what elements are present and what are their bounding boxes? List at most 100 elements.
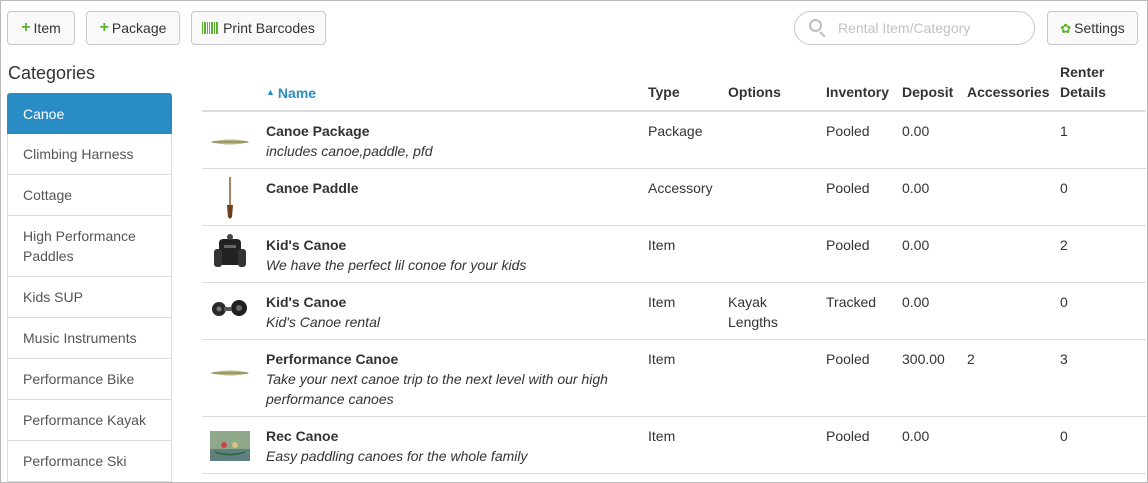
item-name-cell: Kid's Canoe Kid's Canoe rental bbox=[266, 292, 380, 332]
category-item-cottage[interactable]: Cottage bbox=[7, 175, 172, 216]
category-item-canoe[interactable]: Canoe bbox=[7, 93, 172, 134]
item-name-cell: Rec Canoe Easy paddling canoes for the w… bbox=[266, 426, 527, 466]
category-item-climbing-harness[interactable]: Climbing Harness bbox=[7, 134, 172, 175]
table-row[interactable]: Canoe Package includes canoe,paddle, pfd… bbox=[202, 112, 1146, 169]
print-barcodes-label: Print Barcodes bbox=[223, 20, 315, 36]
item-name-link[interactable]: Canoe Package bbox=[266, 121, 433, 141]
item-description: includes canoe,paddle, pfd bbox=[266, 143, 433, 159]
item-renter-details: 0 bbox=[1060, 294, 1068, 310]
item-description: Easy paddling canoes for the whole famil… bbox=[266, 448, 528, 464]
item-inventory: Pooled bbox=[826, 237, 870, 253]
category-label: Performance Bike bbox=[23, 371, 135, 387]
column-header-options: Options bbox=[728, 84, 781, 100]
category-label: Canoe bbox=[23, 105, 65, 122]
item-deposit: 0.00 bbox=[902, 123, 930, 139]
plus-icon: + bbox=[99, 19, 109, 36]
item-type: Package bbox=[648, 123, 703, 139]
sort-ascending-icon: ▲ bbox=[266, 87, 275, 97]
item-renter-details: 2 bbox=[1060, 237, 1068, 253]
item-renter-details: 0 bbox=[1060, 180, 1068, 196]
item-options: Kayak Lengths bbox=[728, 294, 778, 330]
category-label: Performance Kayak bbox=[23, 412, 146, 428]
category-list: Canoe Climbing Harness Cottage High Perf… bbox=[7, 93, 172, 482]
item-inventory: Pooled bbox=[826, 123, 870, 139]
item-name-link[interactable]: Kid's Canoe bbox=[266, 292, 380, 312]
item-renter-details: 0 bbox=[1060, 428, 1068, 444]
canoe-photo-thumbnail bbox=[210, 431, 250, 466]
item-inventory: Pooled bbox=[826, 180, 870, 196]
print-barcodes-button[interactable]: Print Barcodes bbox=[191, 11, 326, 45]
table-row[interactable]: Canoe Paddle Accessory Pooled 0.00 0 bbox=[202, 169, 1146, 226]
item-description: We have the perfect lil conoe for your k… bbox=[266, 257, 527, 273]
column-header-renter-details: Renter Details bbox=[1060, 64, 1106, 100]
categories-heading: Categories bbox=[8, 63, 96, 83]
search-icon bbox=[809, 19, 827, 38]
table-row[interactable]: Performance Canoe Take your next canoe t… bbox=[202, 340, 1146, 417]
item-inventory: Pooled bbox=[826, 428, 870, 444]
item-name-cell: Kid's Canoe We have the perfect lil cono… bbox=[266, 235, 526, 275]
barcode-icon bbox=[202, 22, 219, 34]
category-item-performance-bike[interactable]: Performance Bike bbox=[7, 359, 172, 400]
item-name-cell: Canoe Paddle bbox=[266, 178, 359, 198]
item-inventory: Tracked bbox=[826, 294, 877, 310]
category-label: Kids SUP bbox=[23, 289, 83, 305]
search-input[interactable] bbox=[836, 19, 1016, 37]
canoe-thumbnail bbox=[210, 132, 250, 152]
category-label: Climbing Harness bbox=[23, 146, 134, 162]
canoe-thumbnail bbox=[210, 363, 250, 383]
add-package-button[interactable]: + Package bbox=[86, 11, 180, 45]
category-label: Cottage bbox=[23, 187, 73, 203]
column-header-type: Type bbox=[648, 84, 680, 100]
column-header-inventory: Inventory bbox=[826, 84, 890, 100]
item-name-link[interactable]: Performance Canoe bbox=[266, 349, 626, 369]
settings-label: Settings bbox=[1074, 20, 1125, 36]
table-header: ▲ Name Type Options Inventory Deposit Acc… bbox=[202, 62, 1146, 112]
item-description: Take your next canoe trip to the next le… bbox=[266, 371, 608, 407]
item-name-cell: Performance Canoe Take your next canoe t… bbox=[266, 349, 626, 409]
item-description: Kid's Canoe rental bbox=[266, 314, 380, 330]
item-deposit: 0.00 bbox=[902, 237, 930, 253]
item-name-link[interactable]: Canoe Paddle bbox=[266, 178, 359, 198]
column-header-name[interactable]: ▲ Name bbox=[266, 82, 316, 103]
item-type: Item bbox=[648, 351, 676, 367]
add-item-label: Item bbox=[33, 20, 61, 36]
category-item-performance-ski[interactable]: Performance Ski bbox=[7, 441, 172, 482]
item-name-link[interactable]: Kid's Canoe bbox=[266, 235, 526, 255]
item-accessories: 2 bbox=[967, 351, 975, 367]
item-type: Item bbox=[648, 237, 676, 253]
table-row[interactable]: Rec Canoe Easy paddling canoes for the w… bbox=[202, 417, 1146, 474]
category-label: High Performance Paddles bbox=[23, 228, 136, 264]
category-item-music-instruments[interactable]: Music Instruments bbox=[7, 318, 172, 359]
item-renter-details: 3 bbox=[1060, 351, 1068, 367]
paddle-thumbnail bbox=[210, 177, 250, 224]
category-label: Performance Ski bbox=[23, 453, 127, 469]
item-deposit: 0.00 bbox=[902, 428, 930, 444]
item-name-link[interactable]: Rec Canoe bbox=[266, 426, 527, 446]
item-type: Item bbox=[648, 294, 676, 310]
item-renter-details: 1 bbox=[1060, 123, 1068, 139]
regulator-thumbnail bbox=[210, 295, 250, 328]
dive-vest-thumbnail bbox=[210, 233, 250, 278]
category-item-performance-kayak[interactable]: Performance Kayak bbox=[7, 400, 172, 441]
table-row[interactable]: Kid's Canoe We have the perfect lil cono… bbox=[202, 226, 1146, 283]
item-deposit: 300.00 bbox=[902, 351, 945, 367]
category-item-kids-sup[interactable]: Kids SUP bbox=[7, 277, 172, 318]
item-type: Item bbox=[648, 428, 676, 444]
search-box[interactable] bbox=[794, 11, 1035, 45]
item-type: Accessory bbox=[648, 180, 713, 196]
item-deposit: 0.00 bbox=[902, 294, 930, 310]
settings-button[interactable]: ✿ Settings bbox=[1047, 11, 1138, 45]
table-row[interactable]: Kid's Canoe Kid's Canoe rental Item Kaya… bbox=[202, 283, 1146, 340]
category-label: Music Instruments bbox=[23, 330, 137, 346]
column-header-deposit: Deposit bbox=[902, 84, 954, 100]
gear-icon: ✿ bbox=[1060, 20, 1072, 36]
add-item-button[interactable]: + Item bbox=[7, 11, 75, 45]
item-name-cell: Canoe Package includes canoe,paddle, pfd bbox=[266, 121, 433, 161]
add-package-label: Package bbox=[111, 20, 167, 36]
category-item-high-performance-paddles[interactable]: High Performance Paddles bbox=[7, 216, 172, 277]
items-table: ▲ Name Type Options Inventory Deposit Acc… bbox=[202, 62, 1146, 474]
column-header-accessories: Accessories bbox=[967, 84, 1050, 100]
item-inventory: Pooled bbox=[826, 351, 870, 367]
plus-icon: + bbox=[21, 19, 31, 36]
item-deposit: 0.00 bbox=[902, 180, 930, 196]
